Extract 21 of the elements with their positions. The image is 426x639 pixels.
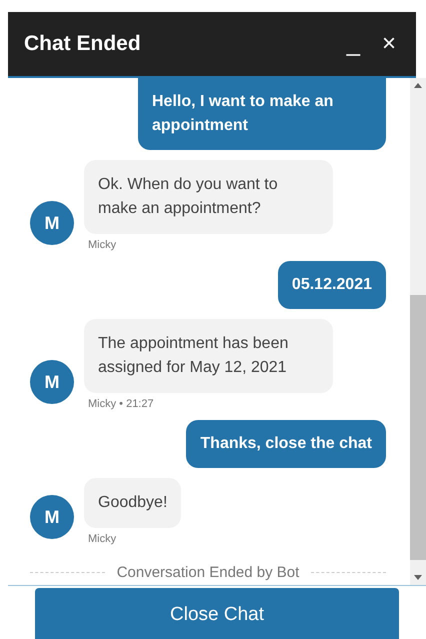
minimize-button[interactable]: _ <box>340 32 366 56</box>
close-chat-button[interactable]: Close Chat <box>35 588 399 639</box>
user-message: Hello, I want to make an appointment <box>138 78 386 150</box>
bot-avatar: M <box>30 201 74 245</box>
conversation-status: Conversation Ended by Bot <box>116 564 300 581</box>
bot-message: The appointment has been assigned for May 12, 2021 <box>84 319 333 393</box>
bot-avatar: M <box>30 495 74 539</box>
bot-avatar: M <box>30 360 74 404</box>
user-message: 05.12.2021 <box>278 261 386 309</box>
scrollbar[interactable] <box>410 78 426 585</box>
message-meta: Micky • 21:27 <box>88 398 154 410</box>
user-message: Thanks, close the chat <box>186 420 386 468</box>
bot-message: Goodbye! <box>84 478 182 528</box>
scroll-thumb[interactable] <box>410 295 426 560</box>
message-meta: Micky <box>88 533 116 545</box>
scroll-down-icon[interactable] <box>414 575 422 580</box>
chat-title: Chat Ended <box>24 32 142 56</box>
message-meta: Micky <box>88 239 116 251</box>
bot-message: Ok. When do you want to make an appointment? <box>84 160 333 234</box>
scroll-up-icon[interactable] <box>414 83 422 88</box>
close-button[interactable]: × <box>376 32 402 56</box>
